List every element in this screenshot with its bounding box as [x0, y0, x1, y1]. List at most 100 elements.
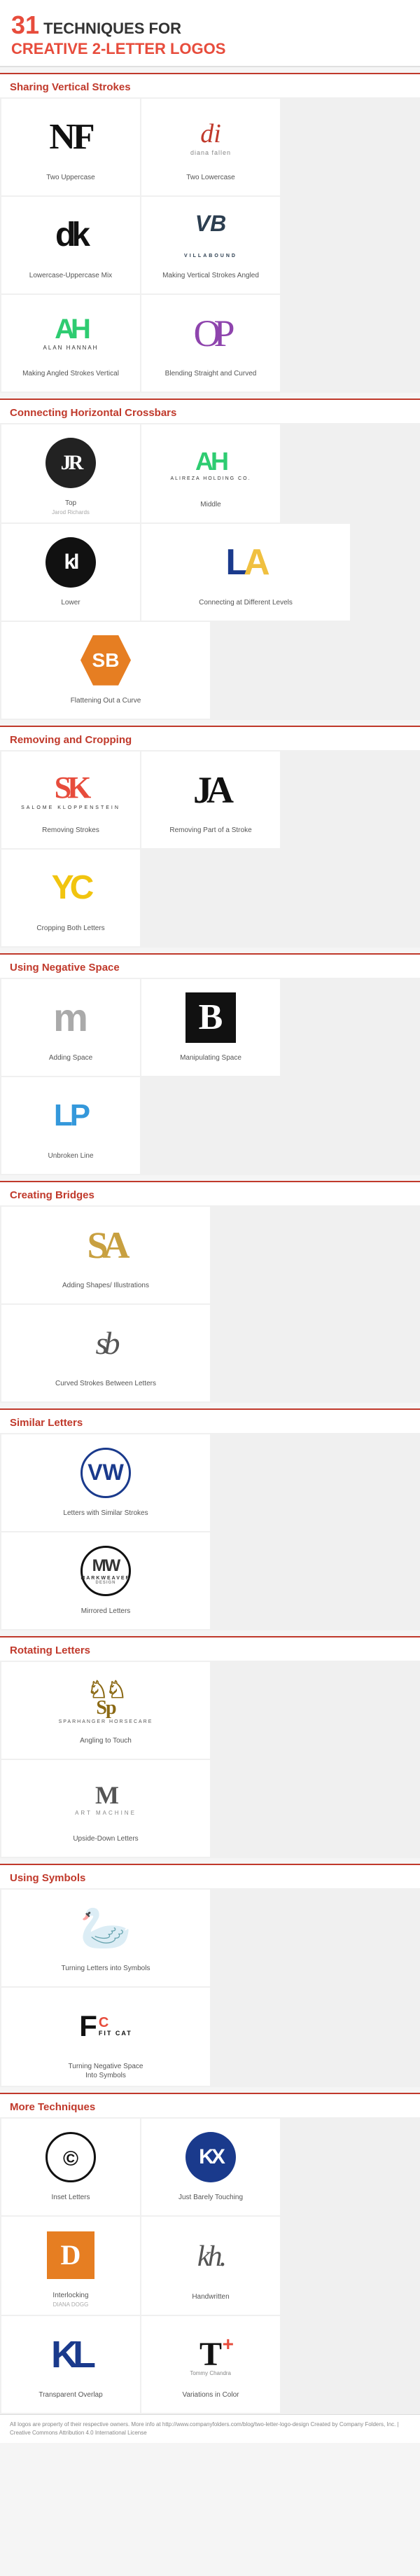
sa-label: Adding Shapes/ Illustrations [62, 1281, 149, 1298]
b-label: Manipulating Space [180, 1053, 241, 1070]
similar-letters-grid: VW Letters with Similar Strokes MW MARKW… [0, 1433, 420, 1630]
kh-letters: kh. [197, 2240, 224, 2273]
section-more-techniques: More Techniques [0, 2093, 420, 2117]
jr-circle: JR [46, 438, 96, 488]
rotating-letters-grid: ♘♘ Sp SPARHANGER HORSECARE Angling to To… [0, 1661, 420, 1858]
logo-diana: di diana fallen Two Lowercase [141, 99, 280, 195]
logo-sb-script: sb Curved Strokes Between Letters [1, 1305, 210, 1401]
diana-name: diana fallen [190, 149, 231, 156]
kx-label: Just Barely Touching [178, 2193, 243, 2210]
sb-label: Flattening Out a Curve [71, 696, 141, 713]
m-label: Adding Space [49, 1053, 92, 1070]
vb-label: Making Vertical Strokes Angled [162, 271, 259, 288]
logo-cross: T + Tommy Chandra Variations in Color [141, 2316, 280, 2413]
yc-letters: YC [52, 868, 90, 907]
connecting-horizontal-grid: JR Top Jarod Richards AH ALIREZA HOLDING… [0, 423, 420, 720]
footer-text: All logos are property of their respecti… [10, 2421, 399, 2436]
logo-sb: SB Flattening Out a Curve [1, 622, 210, 719]
vw-circle: VW [80, 1448, 131, 1498]
lp-label: Unbroken Line [48, 1151, 93, 1168]
logo-vb: VB VILLABOUND Making Vertical Strokes An… [141, 197, 280, 293]
nf-letters: NF [49, 116, 92, 158]
mw-label: Mirrored Letters [81, 1607, 131, 1623]
fitcat-label: Turning Negative SpaceInto Symbols [69, 2062, 144, 2080]
creating-bridges-grid: SA Adding Shapes/ Illustrations sb Curve… [0, 1205, 420, 1403]
sh-label: Angling to Touch [80, 1736, 132, 1753]
section-using-symbols: Using Symbols [0, 1864, 420, 1888]
using-symbols-grid: 🦢 Turning Letters into Symbols F C FIT C… [0, 1888, 420, 2087]
jr-label: Top Jarod Richards [52, 499, 90, 517]
page-footer: All logos are property of their respecti… [0, 2414, 420, 2443]
ah-letters: AH ALAN HANNAH [43, 315, 99, 351]
sharing-vertical-grid: NF Two Uppercase di diana fallen Two Low… [0, 97, 420, 393]
title-highlight: CREATIVE 2-LETTER LOGOS [11, 40, 225, 57]
dk-letters: dk [55, 216, 86, 254]
logo-swan: 🦢 Turning Letters into Symbols [1, 1890, 210, 1986]
logo-kh: kh. Handwritten [141, 2217, 280, 2315]
logo-ah2: AH ALIREZA HOLDING CO. Middle [141, 424, 280, 522]
sb-script-label: Curved Strokes Between Letters [55, 1379, 156, 1396]
sb-hexagon: SB [80, 635, 131, 686]
logo-sk: SK SALOME KLOPPENSTEIN Removing Strokes [1, 752, 140, 848]
ah2-letters: AH ALIREZA HOLDING CO. [170, 447, 251, 481]
section-connecting-horizontal: Connecting Horizontal Crossbars [0, 399, 420, 423]
sh-letters: ♘♘ Sp SPARHANGER HORSECARE [59, 1676, 153, 1724]
swan-label: Turning Letters into Symbols [62, 1964, 150, 1981]
page-header: 31 TECHNIQUES FOR CREATIVE 2-LETTER LOGO… [0, 0, 420, 67]
swan-symbol: 🦢 [80, 1907, 132, 1949]
logo-mw: MW MARKWEAVER DESIGN Mirrored Letters [1, 1532, 210, 1629]
section-creating-bridges: Creating Bridges [0, 1181, 420, 1205]
kl-big-letters: KL [51, 2333, 90, 2376]
logo-jr: JR Top Jarod Richards [1, 424, 140, 522]
cross-t: T [200, 2335, 222, 2374]
logo-b: B Manipulating Space [141, 979, 280, 1076]
lp-letters: LP [54, 1098, 88, 1133]
logo-nf: NF Two Uppercase [1, 99, 140, 195]
vb-letters: VB VILLABOUND [184, 211, 237, 259]
logo-ah: AH ALAN HANNAH Making Angled Strokes Ver… [1, 295, 140, 392]
logo-am: M ART MACHINE Upside-Down Letters [1, 1760, 210, 1857]
section-negative-space: Using Negative Space [0, 953, 420, 978]
ja-label: Removing Part of a Stroke [169, 826, 251, 843]
op-label: Blending Straight and Curved [165, 369, 257, 386]
logo-lp: LP Unbroken Line [1, 1077, 140, 1174]
diana-dogg-label: InterlockingDIANA DOGG [52, 2291, 88, 2309]
page-title: 31 TECHNIQUES FOR CREATIVE 2-LETTER LOGO… [11, 10, 409, 59]
logo-cc: © Inset Letters [1, 2119, 140, 2215]
section-similar-letters: Similar Letters [0, 1408, 420, 1433]
section-removing-cropping: Removing and Cropping [0, 726, 420, 750]
la-letters: LA [225, 541, 265, 583]
kl-circle: kl [46, 537, 96, 588]
sk-letters: SK SALOME KLOPPENSTEIN [21, 770, 120, 810]
mw-circle: MW MARKWEAVER DESIGN [80, 1546, 131, 1596]
diana-label: Two Lowercase [186, 173, 234, 190]
section-sharing-vertical: Sharing Vertical Strokes [0, 73, 420, 97]
diana-letters: di [190, 118, 231, 149]
title-number: 31 [11, 11, 39, 39]
kl-label: Lower [61, 598, 80, 615]
logo-la: LA Connecting at Different Levels [141, 524, 350, 621]
b-box: B [186, 992, 236, 1043]
logo-sh: ♘♘ Sp SPARHANGER HORSECARE Angling to To… [1, 1662, 210, 1759]
nf-label: Two Uppercase [46, 173, 94, 190]
logo-kl: kl Lower [1, 524, 140, 621]
m-letter: m [53, 995, 88, 1040]
logo-op: OP Blending Straight and Curved [141, 295, 280, 392]
logo-ja: JA Removing Part of a Stroke [141, 752, 280, 848]
cross-label: Variations in Color [183, 2390, 239, 2407]
title-techniques: TECHNIQUES FOR [43, 20, 181, 37]
logo-kx: KX Just Barely Touching [141, 2119, 280, 2215]
logo-yc: YC Cropping Both Letters [1, 850, 140, 946]
yc-label: Cropping Both Letters [36, 924, 104, 941]
section-rotating-letters: Rotating Letters [0, 1636, 420, 1661]
am-label: Upside-Down Letters [73, 1834, 138, 1851]
logo-dk: dk Lowercase-Uppercase Mix [1, 197, 140, 293]
op-letters: OP [193, 312, 227, 355]
cc-label: Inset Letters [51, 2193, 90, 2210]
sk-label: Removing Strokes [42, 826, 99, 843]
logo-vw: VW Letters with Similar Strokes [1, 1434, 210, 1531]
logo-sa: SA Adding Shapes/ Illustrations [1, 1207, 210, 1303]
ah2-label: Middle [200, 500, 220, 517]
logo-kl-big: KL Transparent Overlap [1, 2316, 140, 2413]
logo-m: m Adding Space [1, 979, 140, 1076]
